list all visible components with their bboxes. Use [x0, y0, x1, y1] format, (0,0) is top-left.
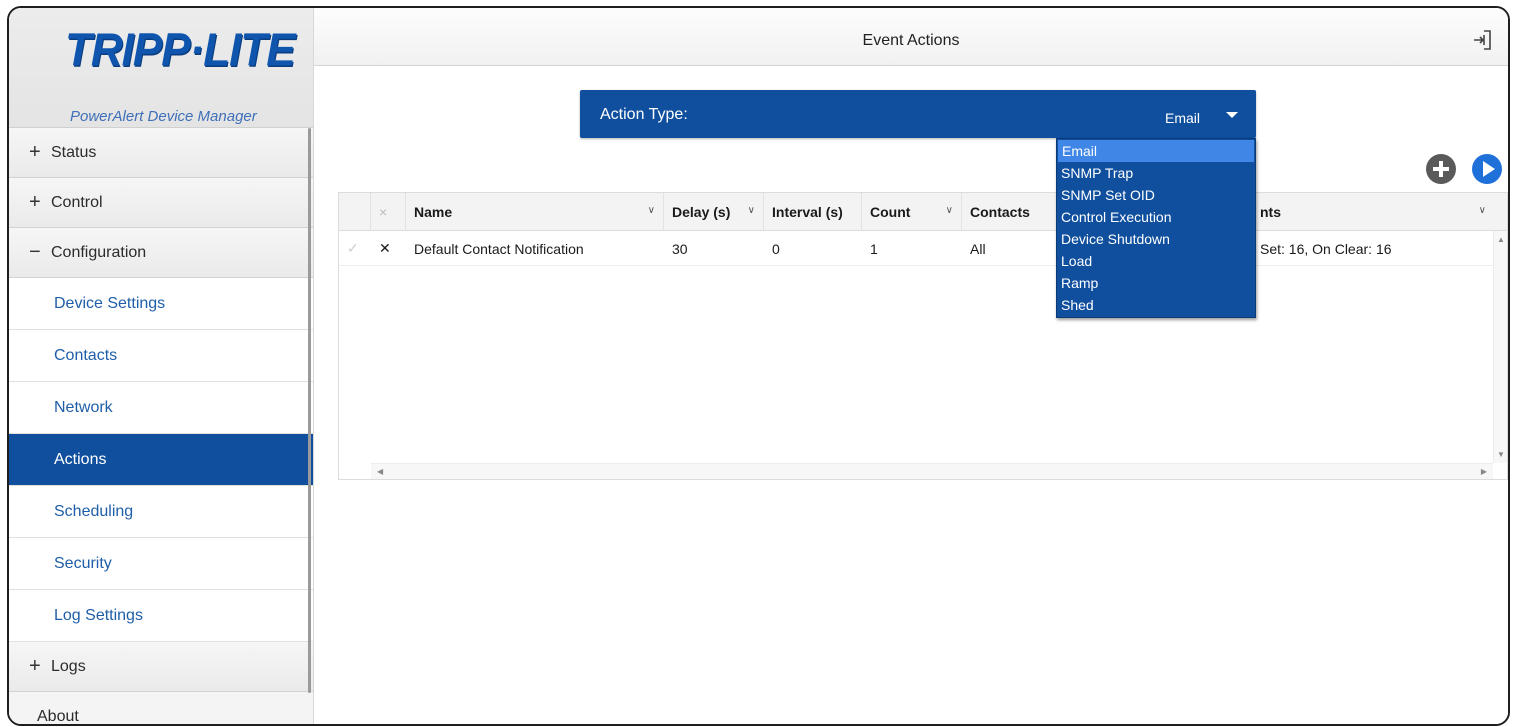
sidebar-item-scheduling[interactable]: Scheduling [9, 486, 313, 538]
app-window: TRIPP·LITE PowerAlert Device Manager + S… [7, 6, 1510, 726]
sidebar: TRIPP·LITE PowerAlert Device Manager + S… [9, 8, 314, 724]
nav-group-configuration[interactable]: − Configuration [9, 228, 313, 278]
cell-name: Default Contact Notification [414, 240, 584, 257]
scroll-up-icon[interactable]: ▲ [1497, 235, 1505, 244]
nav-group-label: Control [51, 193, 103, 211]
sidebar-item-actions[interactable]: Actions [9, 434, 313, 486]
sidebar-item-network[interactable]: Network [9, 382, 313, 434]
option-snmp-set-oid[interactable]: SNMP Set OID [1057, 184, 1255, 206]
option-device-shutdown[interactable]: Device Shutdown [1057, 228, 1255, 250]
table-vertical-scrollbar[interactable]: ▲ ▼ [1493, 231, 1507, 463]
cell-delay: 30 [672, 240, 688, 257]
caret-down-icon [1226, 112, 1238, 118]
chevron-down-icon: ∨ [647, 205, 655, 216]
nav-group-control[interactable]: + Control [9, 178, 313, 228]
action-type-value: Email [1164, 110, 1200, 126]
collapse-icon: − [29, 241, 41, 263]
action-type-label: Action Type: [600, 106, 688, 123]
tripplite-logo: TRIPP·LITE [65, 24, 296, 77]
scroll-left-icon[interactable]: ◀ [377, 467, 383, 476]
action-type-select[interactable]: Action Type: Email [580, 90, 1256, 138]
chevron-down-icon: ∨ [945, 205, 953, 216]
sidebar-item-device-settings[interactable]: Device Settings [9, 278, 313, 330]
nav-group-status[interactable]: + Status [9, 128, 313, 178]
cell-interval: 0 [772, 240, 780, 257]
option-load[interactable]: Load [1057, 250, 1255, 272]
scroll-down-icon[interactable]: ▼ [1497, 450, 1505, 459]
delete-icon[interactable]: ✕ [371, 231, 406, 266]
table-header: × Name ∨ Delay (s) ∨ Interval (s) Count ∨ C… [339, 193, 1507, 231]
nav-group-label: Logs [51, 657, 86, 675]
product-name: PowerAlert Device Manager [70, 108, 257, 125]
expand-icon: + [29, 141, 41, 163]
nav-group-label: Status [51, 143, 97, 161]
column-header-events[interactable]: nts ∨ [1252, 193, 1494, 231]
nav-group-logs[interactable]: + Logs [9, 642, 313, 692]
option-snmp-trap[interactable]: SNMP Trap [1057, 162, 1255, 184]
option-control-execution[interactable]: Control Execution [1057, 206, 1255, 228]
column-header-name[interactable]: Name ∨ [406, 193, 664, 231]
sidebar-item-security[interactable]: Security [9, 538, 313, 590]
page-title: Event Actions [862, 32, 960, 49]
chevron-down-icon: ∨ [1478, 205, 1486, 216]
cell-count: 1 [870, 240, 878, 257]
logout-icon[interactable] [1472, 28, 1496, 52]
main-panel: Event Actions Action Type: Email × Name ∨… [314, 8, 1508, 724]
option-email[interactable]: Email [1058, 140, 1254, 162]
delete-column-header: × [371, 193, 406, 231]
sidebar-item-about[interactable]: About [9, 692, 313, 724]
column-header-interval[interactable]: Interval (s) [764, 193, 862, 231]
table-row[interactable]: ✓ ✕ Default Contact Notification 30 0 1 … [339, 231, 1493, 266]
expand-icon: + [29, 191, 41, 213]
option-shed[interactable]: Shed [1057, 294, 1255, 316]
scroll-right-icon[interactable]: ▶ [1481, 467, 1487, 476]
nav-group-label: Configuration [51, 243, 147, 261]
row-check-header [339, 193, 371, 231]
option-ramp[interactable]: Ramp [1057, 272, 1255, 294]
sidebar-scrollbar[interactable] [308, 128, 311, 693]
check-icon[interactable]: ✓ [339, 231, 371, 266]
actions-table: × Name ∨ Delay (s) ∨ Interval (s) Count ∨ C… [338, 192, 1508, 480]
play-circle-icon[interactable] [1472, 154, 1502, 184]
expand-icon: + [29, 655, 41, 677]
column-header-count[interactable]: Count ∨ [862, 193, 962, 231]
chevron-down-icon: ∨ [747, 205, 755, 216]
sidebar-item-contacts[interactable]: Contacts [9, 330, 313, 382]
page-header: Event Actions [314, 8, 1508, 66]
sidebar-item-log-settings[interactable]: Log Settings [9, 590, 313, 642]
logo-area: TRIPP·LITE PowerAlert Device Manager [9, 8, 313, 128]
table-horizontal-scrollbar[interactable]: ◀ ▶ [371, 463, 1493, 479]
plus-circle-icon[interactable] [1426, 154, 1456, 184]
column-header-delay[interactable]: Delay (s) ∨ [664, 193, 764, 231]
action-type-dropdown: Email SNMP Trap SNMP Set OID Control Exe… [1056, 138, 1256, 318]
cell-events: Set: 16, On Clear: 16 [1260, 240, 1392, 257]
